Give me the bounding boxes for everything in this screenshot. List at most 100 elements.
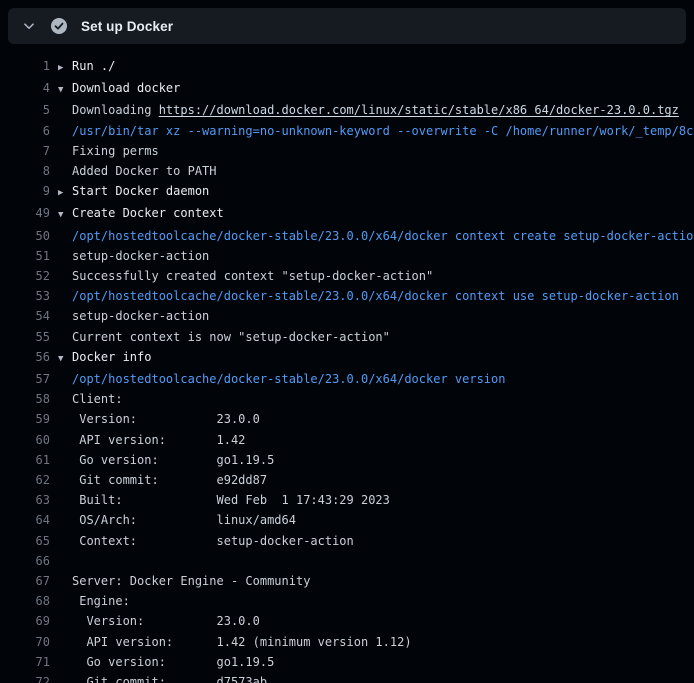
log-text: Go version: go1.19.5 — [72, 652, 274, 672]
log-line: 66 — [0, 551, 694, 571]
command-text: /usr/bin/tar xz --warning=no-unknown-key… — [72, 121, 694, 141]
step-header-set-up-docker[interactable]: Set up Docker — [8, 8, 686, 44]
log-viewer: 1▶Run ./4▼Download docker5Downloading ht… — [0, 56, 694, 683]
group-title: Start Docker daemon — [72, 184, 209, 198]
line-number[interactable]: 53 — [0, 286, 50, 306]
log-line: 61 Go version: go1.19.5 — [0, 450, 694, 470]
log-text: Version: 23.0.0 — [72, 611, 260, 631]
line-number[interactable]: 51 — [0, 246, 50, 266]
log-line: 71 Go version: go1.19.5 — [0, 652, 694, 672]
line-number[interactable]: 56 — [0, 347, 50, 369]
line-number[interactable]: 70 — [0, 632, 50, 652]
line-number[interactable]: 49 — [0, 203, 50, 225]
log-text: Version: 23.0.0 — [72, 409, 260, 429]
group-toggle[interactable]: ▶Run ./ — [72, 56, 115, 78]
line-number[interactable]: 72 — [0, 672, 50, 683]
log-line: 4 ▼Download docker — [0, 78, 694, 100]
line-number[interactable]: 66 — [0, 551, 50, 571]
log-line: 55 Current context is now "setup-docker-a… — [0, 327, 694, 347]
log-text: Client: — [72, 389, 123, 409]
log-line: 1 ▶Run ./ — [0, 56, 694, 78]
log-text: OS/Arch: linux/amd64 — [72, 510, 296, 530]
line-number[interactable]: 68 — [0, 591, 50, 611]
log-text: API version: 1.42 (minimum version 1.12) — [72, 632, 412, 652]
log-text: Git commit: d7573ab — [72, 672, 267, 683]
log-line: 60 API version: 1.42 — [0, 430, 694, 450]
triangle-collapsed-icon: ▶ — [58, 58, 72, 78]
log-line: 9 ▶Start Docker daemon — [0, 181, 694, 203]
log-line: 62 Git commit: e92dd87 — [0, 470, 694, 490]
log-line: 69 Version: 23.0.0 — [0, 611, 694, 631]
line-number[interactable]: 50 — [0, 226, 50, 246]
log-text: API version: 1.42 — [72, 430, 245, 450]
log-line: 63 Built: Wed Feb 1 17:43:29 2023 — [0, 490, 694, 510]
line-number[interactable]: 5 — [0, 100, 50, 120]
triangle-expanded-icon: ▼ — [58, 349, 72, 369]
group-title: Download docker — [72, 81, 180, 95]
line-number[interactable]: 58 — [0, 389, 50, 409]
line-number[interactable]: 57 — [0, 369, 50, 389]
triangle-expanded-icon: ▼ — [58, 80, 72, 100]
log-text: setup-docker-action — [72, 306, 209, 326]
log-text: Fixing perms — [72, 141, 159, 161]
log-text: Downloading https://download.docker.com/… — [72, 100, 679, 120]
log-line: 53/opt/hostedtoolcache/docker-stable/23.… — [0, 286, 694, 306]
log-line: 70 API version: 1.42 (minimum version 1.… — [0, 632, 694, 652]
line-number[interactable]: 64 — [0, 510, 50, 530]
log-line: 51 setup-docker-action — [0, 246, 694, 266]
line-number[interactable]: 52 — [0, 266, 50, 286]
line-number[interactable]: 60 — [0, 430, 50, 450]
group-toggle[interactable]: ▶Start Docker daemon — [72, 181, 209, 203]
log-link[interactable]: https://download.docker.com/linux/static… — [159, 103, 679, 117]
check-circle-icon — [51, 18, 67, 34]
group-title: Run ./ — [72, 59, 115, 73]
line-number[interactable]: 1 — [0, 56, 50, 78]
log-line: 58 Client: — [0, 389, 694, 409]
log-text-prefix: Downloading — [72, 103, 159, 117]
group-toggle[interactable]: ▼Docker info — [72, 347, 151, 369]
log-line: 72 Git commit: d7573ab — [0, 672, 694, 683]
line-number[interactable]: 67 — [0, 571, 50, 591]
log-line: 52 Successfully created context "setup-do… — [0, 266, 694, 286]
log-text: Successfully created context "setup-dock… — [72, 266, 433, 286]
group-title: Docker info — [72, 350, 151, 364]
line-number[interactable]: 65 — [0, 531, 50, 551]
log-line: 54 setup-docker-action — [0, 306, 694, 326]
log-line: 57/opt/hostedtoolcache/docker-stable/23.… — [0, 369, 694, 389]
line-number[interactable]: 71 — [0, 652, 50, 672]
command-text: /opt/hostedtoolcache/docker-stable/23.0.… — [72, 226, 694, 246]
log-text: Current context is now "setup-docker-act… — [72, 327, 390, 347]
log-text: Engine: — [72, 591, 130, 611]
group-title: Create Docker context — [72, 206, 224, 220]
line-number[interactable]: 61 — [0, 450, 50, 470]
log-line: 65 Context: setup-docker-action — [0, 531, 694, 551]
group-toggle[interactable]: ▼Download docker — [72, 78, 180, 100]
line-number[interactable]: 6 — [0, 121, 50, 141]
command-text: /opt/hostedtoolcache/docker-stable/23.0.… — [72, 369, 505, 389]
line-number[interactable]: 69 — [0, 611, 50, 631]
log-text: setup-docker-action — [72, 246, 209, 266]
group-toggle[interactable]: ▼Create Docker context — [72, 203, 224, 225]
log-text: Server: Docker Engine - Community — [72, 571, 310, 591]
line-number[interactable]: 59 — [0, 409, 50, 429]
line-number[interactable]: 55 — [0, 327, 50, 347]
line-number[interactable]: 8 — [0, 161, 50, 181]
line-number[interactable]: 4 — [0, 78, 50, 100]
log-text: Go version: go1.19.5 — [72, 450, 274, 470]
line-number[interactable]: 7 — [0, 141, 50, 161]
log-line: 5 Downloading https://download.docker.com… — [0, 100, 694, 120]
chevron-down-icon[interactable] — [22, 19, 36, 33]
log-line: 64 OS/Arch: linux/amd64 — [0, 510, 694, 530]
log-line: 6/usr/bin/tar xz --warning=no-unknown-ke… — [0, 121, 694, 141]
log-line: 49 ▼Create Docker context — [0, 203, 694, 225]
line-number[interactable]: 54 — [0, 306, 50, 326]
line-number[interactable]: 63 — [0, 490, 50, 510]
log-text: Git commit: e92dd87 — [72, 470, 267, 490]
log-text: Context: setup-docker-action — [72, 531, 354, 551]
line-number[interactable]: 62 — [0, 470, 50, 490]
line-number[interactable]: 9 — [0, 181, 50, 203]
command-text: /opt/hostedtoolcache/docker-stable/23.0.… — [72, 286, 679, 306]
log-text: Added Docker to PATH — [72, 161, 217, 181]
log-line: 59 Version: 23.0.0 — [0, 409, 694, 429]
log-line: 50/opt/hostedtoolcache/docker-stable/23.… — [0, 226, 694, 246]
